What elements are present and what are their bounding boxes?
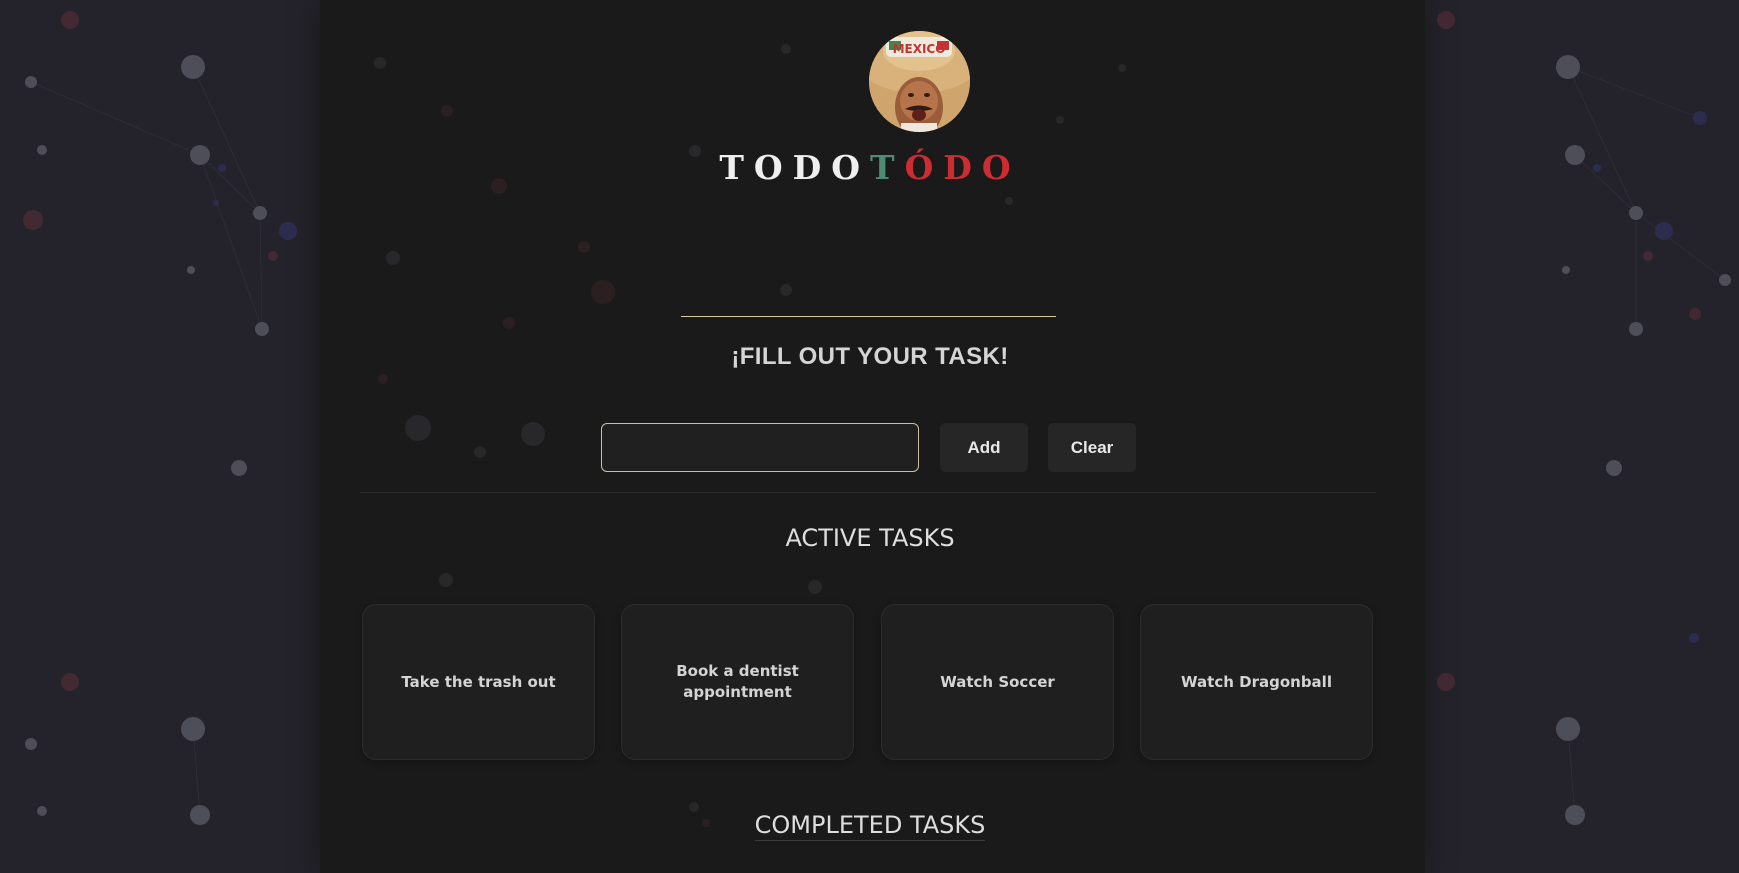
- brand-text-red: ÓDO: [904, 148, 1021, 187]
- brand-text-white: TODO: [719, 148, 870, 187]
- header-divider: [681, 316, 1056, 317]
- add-button[interactable]: Add: [940, 423, 1028, 472]
- task-input[interactable]: [601, 423, 919, 472]
- clear-button[interactable]: Clear: [1048, 423, 1136, 472]
- brand-text-green: T: [870, 148, 905, 187]
- completed-tasks-heading: COMPLETED TASKS: [620, 811, 1120, 841]
- section-divider: [360, 492, 1376, 493]
- active-task-card[interactable]: Book a dentist appointment: [621, 604, 854, 760]
- active-tasks-heading: ACTIVE TASKS: [785, 524, 955, 552]
- brand-logo-text: TODO T ÓDO: [719, 148, 1010, 196]
- sombrero-man-avatar-image: MEXICO: [869, 31, 970, 132]
- active-task-card[interactable]: Watch Soccer: [881, 604, 1114, 760]
- hat-lettering: MEXICO: [893, 42, 946, 56]
- completed-tasks-heading-text: COMPLETED TASKS: [754, 811, 986, 841]
- active-task-card[interactable]: Watch Dragonball: [1140, 604, 1373, 760]
- task-prompt-heading: ¡FILL OUT YOUR TASK!: [731, 343, 1009, 370]
- avatar: MEXICO: [869, 31, 970, 132]
- app-page: MEXICO TODO T ÓDO ¡FILL OUT YOUR TASK! A…: [0, 0, 1739, 873]
- active-task-card[interactable]: Take the trash out: [362, 604, 595, 760]
